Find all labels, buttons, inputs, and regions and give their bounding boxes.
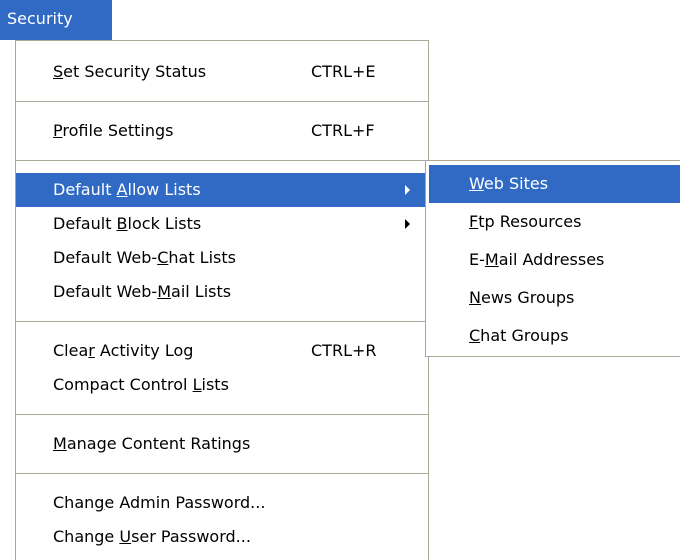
shortcut-key: CTRL+E: [311, 62, 376, 81]
menu-item-label: Clear Activity Log: [53, 341, 193, 360]
label-text: llow Lists: [127, 180, 201, 199]
label-text: anage Content Ratings: [66, 434, 251, 453]
submenu-arrow-icon: [405, 219, 410, 229]
label-text: ews Groups: [480, 288, 575, 307]
label-text: tp Resources: [478, 212, 582, 231]
access-key: M: [484, 250, 499, 269]
menu-item-label: Compact Control Lists: [53, 375, 229, 394]
menu-item-label: Ftp Resources: [469, 212, 581, 231]
access-key: F: [469, 212, 479, 231]
access-key: P: [53, 121, 63, 140]
label-text: hat Lists: [168, 248, 236, 267]
label-text: Activity Log: [94, 341, 194, 360]
menu-item-profile-settings[interactable]: Profile Settings CTRL+F: [16, 114, 428, 148]
access-key: N: [469, 288, 481, 307]
menu-item-label: Default Block Lists: [53, 214, 201, 233]
menu-item-change-user-password[interactable]: Change User Password...: [16, 520, 428, 554]
menu-separator: [16, 321, 428, 322]
access-key: C: [157, 248, 169, 267]
label-text: Default: [53, 214, 117, 233]
menu-separator: [16, 160, 428, 161]
menubar-security-label: Security: [7, 9, 73, 28]
menu-item-label: Default Web-Mail Lists: [53, 282, 231, 301]
label-text: rofile Settings: [62, 121, 174, 140]
shortcut-key: CTRL+R: [311, 341, 377, 360]
menu-item-label: Change Admin Password...: [53, 493, 265, 512]
access-key: C: [469, 326, 481, 345]
label-text: Default Web-: [53, 282, 158, 301]
label-text: eb Sites: [483, 174, 549, 193]
label-text: ail Addresses: [498, 250, 605, 269]
label-text: ists: [201, 375, 229, 394]
menu-separator: [16, 473, 428, 474]
label-text: ail Lists: [171, 282, 232, 301]
menu-item-label: Chat Groups: [469, 326, 569, 345]
menu-item-clear-activity-log[interactable]: Clear Activity Log CTRL+R: [16, 334, 428, 368]
security-menu: Set Security Status CTRL+E Profile Setting…: [15, 40, 429, 560]
access-key: S: [53, 62, 64, 81]
submenu-item-ftp-resources[interactable]: Ftp Resources: [429, 203, 680, 241]
submenu-arrow-icon: [405, 185, 410, 195]
label-text: e Admin Password...: [104, 493, 266, 512]
menu-item-label: Default Web-Chat Lists: [53, 248, 236, 267]
menu-item-compact-control-lists[interactable]: Compact Control Lists: [16, 368, 428, 402]
submenu-item-news-groups[interactable]: News Groups: [429, 279, 680, 317]
access-key: B: [116, 214, 128, 233]
label-text: et Security Status: [63, 62, 207, 81]
menu-item-label: E-Mail Addresses: [469, 250, 604, 269]
label-text: Chan: [53, 493, 95, 512]
label-text: hat Groups: [480, 326, 569, 345]
menu-item-change-admin-password[interactable]: Change Admin Password...: [16, 486, 428, 520]
access-key: M: [53, 434, 67, 453]
label-text: Default Web-: [53, 248, 158, 267]
menu-item-set-security-status[interactable]: Set Security Status CTRL+E: [16, 55, 428, 89]
label-text: Clea: [53, 341, 89, 360]
menu-item-label: News Groups: [469, 288, 574, 307]
access-key: W: [469, 174, 484, 193]
label-text: E-: [469, 250, 485, 269]
label-text: Compact Control: [53, 375, 193, 394]
allow-lists-submenu: Web Sites Ftp Resources E-Mail Addresses Ne…: [425, 160, 680, 357]
access-key: g: [94, 493, 105, 512]
menu-item-default-web-chat-lists[interactable]: Default Web-Chat Lists: [16, 241, 428, 275]
access-key: L: [192, 375, 202, 394]
menu-item-default-web-mail-lists[interactable]: Default Web-Mail Lists: [16, 275, 428, 309]
label-text: lock Lists: [127, 214, 202, 233]
submenu-item-e-mail-addresses[interactable]: E-Mail Addresses: [429, 241, 680, 279]
menu-item-default-allow-lists[interactable]: Default Allow Lists: [16, 173, 428, 207]
menu-item-default-block-lists[interactable]: Default Block Lists: [16, 207, 428, 241]
menu-item-label: Web Sites: [469, 174, 548, 193]
label-text: Default: [53, 180, 117, 199]
submenu-item-chat-groups[interactable]: Chat Groups: [429, 317, 680, 355]
menu-item-manage-content-ratings[interactable]: Manage Content Ratings: [16, 427, 428, 461]
menu-item-label: Set Security Status: [53, 62, 206, 81]
access-key: U: [119, 527, 132, 546]
menu-item-label: Default Allow Lists: [53, 180, 201, 199]
access-key: A: [116, 180, 128, 199]
label-text: ser Password...: [131, 527, 251, 546]
submenu-item-web-sites[interactable]: Web Sites: [429, 165, 680, 203]
label-text: Change: [53, 527, 120, 546]
menu-separator: [16, 101, 428, 102]
menubar-security[interactable]: Security: [0, 0, 112, 40]
menu-item-label: Manage Content Ratings: [53, 434, 250, 453]
menu-item-label: Change User Password...: [53, 527, 251, 546]
access-key: r: [88, 341, 95, 360]
access-key: M: [157, 282, 172, 301]
menu-item-label: Profile Settings: [53, 121, 173, 140]
menu-separator: [16, 414, 428, 415]
shortcut-key: CTRL+F: [311, 121, 375, 140]
